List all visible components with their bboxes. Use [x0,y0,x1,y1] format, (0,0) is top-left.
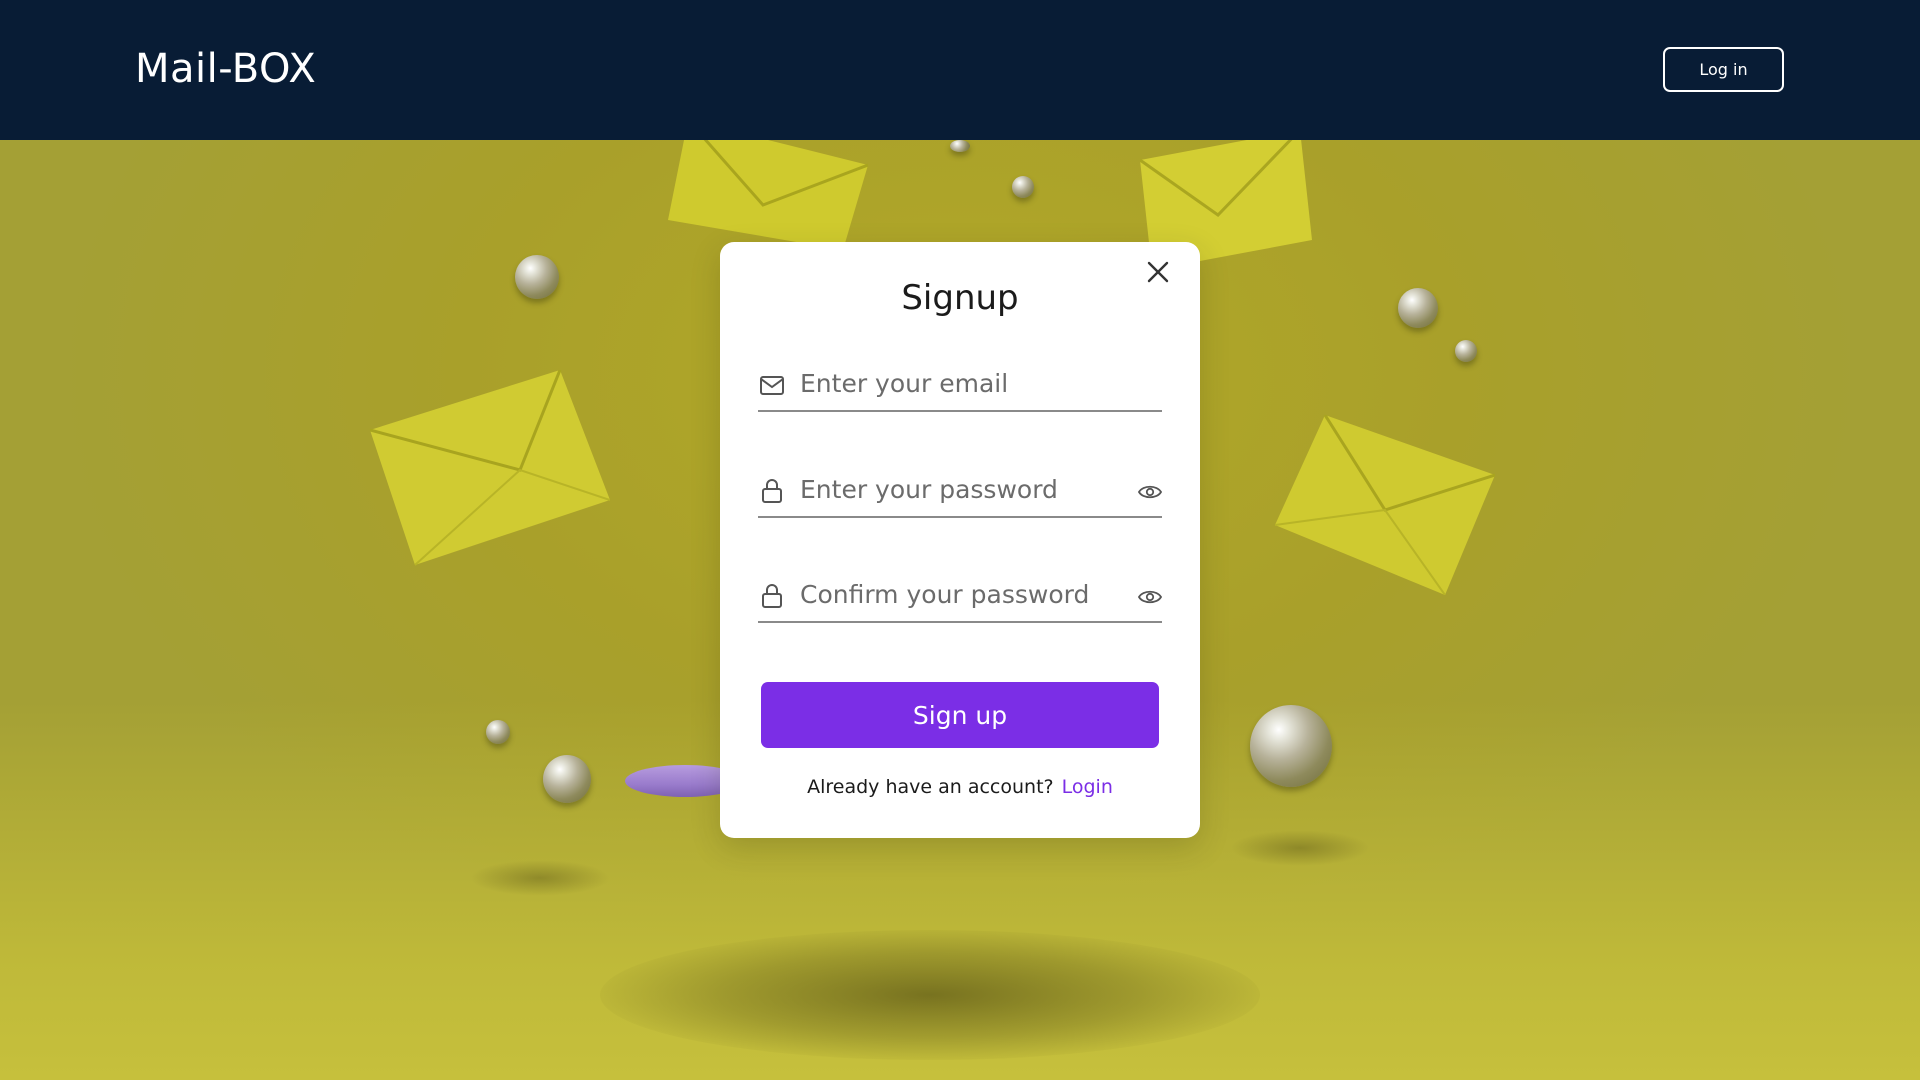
bubble-decoration [486,720,510,744]
bubble-decoration [1455,340,1477,362]
modal-title: Signup [901,278,1019,318]
password-input[interactable] [800,468,1100,510]
password-field [758,460,1162,518]
bubble-decoration [1012,176,1034,198]
confirm-password-input[interactable] [800,573,1100,615]
signup-button[interactable]: Sign up [761,682,1159,748]
bubble-decoration [515,255,559,299]
top-navbar: Mail-BOX Log in [0,0,1920,140]
eye-icon[interactable] [1138,589,1162,605]
signup-modal: Signup Sign up Already have an ac [720,242,1200,838]
envelope-decoration [668,140,868,250]
confirm-password-field [758,565,1162,623]
bubble-decoration [543,755,591,803]
login-prompt: Already have an account? Login [720,776,1200,798]
lock-icon [762,479,782,503]
floor-shadow [600,930,1260,1060]
envelope-decoration [370,370,610,566]
bubble-decoration [1398,288,1438,328]
eye-icon[interactable] [1138,484,1162,500]
login-prompt-text: Already have an account? [807,776,1054,798]
envelope-decoration [1275,415,1495,595]
mail-icon [760,376,784,395]
login-button[interactable]: Log in [1663,47,1784,92]
lock-icon [762,584,782,608]
bubble-decoration [950,140,970,152]
email-field [758,354,1162,412]
bubble-decoration [1250,705,1332,787]
login-link[interactable]: Login [1062,776,1113,798]
email-input[interactable] [800,362,1100,404]
brand-logo-text[interactable]: Mail-BOX [135,46,316,92]
